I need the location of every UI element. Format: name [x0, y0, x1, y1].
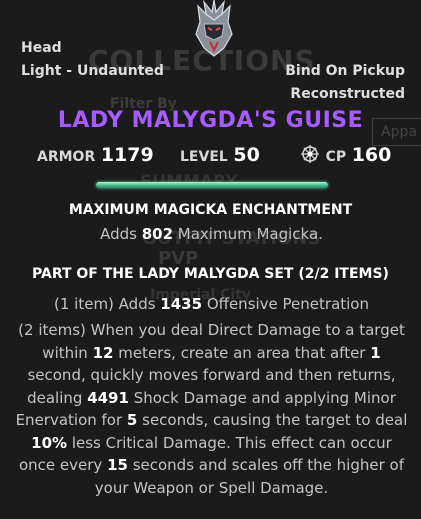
cp-label: CP — [325, 149, 347, 165]
undaunted-helm-icon — [195, 0, 233, 57]
bonus-2-text: seconds, causing the target to deal — [137, 411, 408, 429]
set-bonus-1-text-end: Offensive Penetration — [202, 295, 369, 313]
enchantment-value: 802 — [141, 225, 174, 243]
enchantment-description: Adds 802 Maximum Magicka. — [14, 223, 409, 246]
bonus-2-damage: 4491 — [87, 388, 129, 407]
quality-bar — [96, 182, 328, 188]
level-label: LEVEL — [180, 149, 228, 165]
set-bonus-1-value: 1435 — [160, 295, 203, 313]
set-bonus-1: (1 item) Adds 1435 Offensive Penetration — [14, 293, 409, 316]
set-bonus-1-text: (1 item) Adds — [54, 295, 161, 313]
enchantment-title: MAXIMUM MAGICKA ENCHANTMENT — [68, 202, 353, 218]
item-slot: Head — [21, 40, 62, 56]
set-title: PART OF THE LADY MALYGDA SET (2/2 ITEMS) — [32, 266, 389, 282]
bonus-2-text: meters, create an area that after — [113, 343, 371, 362]
enchantment-text-end: Maximum Magicka. — [173, 225, 323, 243]
item-status: Reconstructed — [290, 86, 405, 102]
level-value: 50 — [233, 144, 260, 166]
set-bonus-2: (2 items) When you deal Direct Damage to… — [14, 319, 409, 499]
bonus-2-cooldown: 15 — [107, 456, 128, 474]
bonus-2-percent: 10% — [31, 433, 68, 452]
champion-point-icon — [301, 145, 319, 163]
armor-label: ARMOR — [37, 149, 96, 165]
bonus-2-delay: 1 — [370, 343, 381, 362]
bonus-2-duration: 5 — [126, 411, 138, 429]
bonus-2-range: 12 — [92, 343, 114, 362]
armor-stat: ARMOR 1179 — [37, 144, 154, 172]
cp-stat: CP 160 — [300, 144, 391, 172]
cp-value: 160 — [351, 144, 392, 166]
armor-value: 1179 — [100, 144, 154, 166]
item-name: LADY MALYGDA'S GUISE — [57, 108, 364, 133]
level-stat: LEVEL 50 — [180, 144, 260, 172]
bonus-2-text: seconds and scales off the higher of you… — [94, 456, 404, 497]
item-weight: Light - Undaunted — [21, 63, 164, 79]
item-bind-type: Bind On Pickup — [285, 63, 405, 79]
enchantment-text: Adds — [100, 225, 142, 243]
quality-divider — [90, 180, 334, 190]
item-tooltip: Head Light - Undaunted Bind On Pickup Re… — [0, 0, 421, 519]
